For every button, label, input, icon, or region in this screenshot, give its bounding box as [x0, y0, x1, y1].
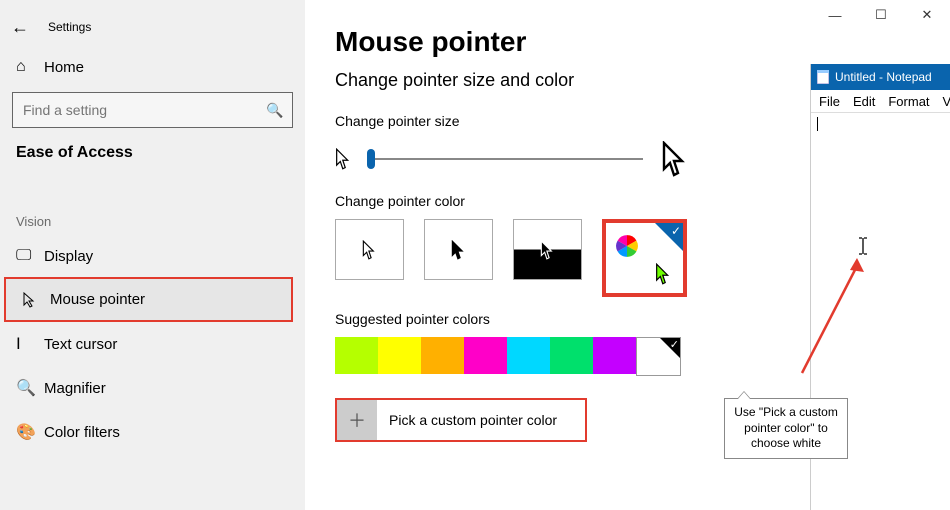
home-icon: ⌂	[16, 58, 44, 76]
ibeam-cursor-icon	[857, 237, 869, 255]
maximize-button[interactable]: ☐	[858, 0, 904, 30]
suggested-color-swatch[interactable]	[593, 337, 636, 374]
search-input[interactable]	[13, 102, 258, 118]
notepad-menu-item[interactable]: Vi	[943, 94, 950, 109]
sidebar-item-label: Text cursor	[44, 336, 117, 353]
cursor-large-icon	[661, 141, 701, 177]
window-controls: — ☐ ✕	[812, 0, 950, 30]
suggested-color-swatch[interactable]	[507, 337, 550, 374]
section-heading: Ease of Access	[0, 142, 305, 174]
page-title: Mouse pointer	[335, 26, 940, 58]
pointer-size-slider[interactable]	[367, 158, 643, 160]
close-button[interactable]: ✕	[904, 0, 950, 30]
callout-text: Use "Pick a custom pointer color" to cho…	[734, 405, 838, 450]
minimize-button[interactable]: —	[812, 0, 858, 30]
sidebar-item-label: Magnifier	[44, 380, 106, 397]
notepad-titlebar[interactable]: Untitled - Notepad	[811, 64, 950, 90]
notepad-menu-item[interactable]: Format	[888, 94, 929, 109]
suggested-color-swatch[interactable]	[421, 337, 464, 374]
suggested-color-swatch[interactable]	[464, 337, 507, 374]
selected-check-icon	[655, 223, 683, 251]
back-button[interactable]: ←	[0, 10, 40, 44]
magnifier-icon: 🔍	[16, 378, 44, 398]
notepad-title-text: Untitled - Notepad	[835, 70, 932, 84]
pointer-icon	[22, 292, 50, 308]
suggested-color-swatch[interactable]	[550, 337, 593, 374]
suggested-color-swatch[interactable]	[378, 337, 421, 374]
sidebar: ← Settings ⌂ Home 🔍 Ease of Access Visio…	[0, 0, 305, 510]
pointer-color-black[interactable]	[424, 219, 493, 280]
pointer-color-custom[interactable]	[602, 219, 687, 297]
app-title: Settings	[40, 20, 91, 34]
cursor-green-icon	[655, 263, 673, 285]
notepad-menubar[interactable]: File Edit Format Vi	[811, 90, 950, 113]
pick-custom-label: Pick a custom pointer color	[377, 412, 557, 428]
pointer-color-inverted[interactable]	[513, 219, 582, 280]
palette-icon: 🎨	[16, 422, 44, 442]
plus-icon: ＋	[337, 400, 377, 440]
sidebar-item-text-cursor[interactable]: Ⅰ Text cursor	[0, 322, 305, 366]
sidebar-item-color-filters[interactable]: 🎨 Color filters	[0, 410, 305, 454]
suggested-color-swatch[interactable]	[335, 337, 378, 374]
sidebar-item-display[interactable]: 🖵 Display	[0, 235, 305, 277]
sidebar-item-label: Display	[44, 248, 93, 265]
notepad-menu-item[interactable]: Edit	[853, 94, 875, 109]
group-label-vision: Vision	[0, 214, 305, 235]
notepad-menu-item[interactable]: File	[819, 94, 840, 109]
home-label: Home	[44, 59, 84, 76]
annotation-callout: Use "Pick a custom pointer color" to cho…	[724, 398, 848, 459]
pointer-color-white[interactable]	[335, 219, 404, 280]
notepad-icon	[817, 70, 829, 84]
home-nav[interactable]: ⌂ Home	[0, 44, 305, 84]
search-input-wrap[interactable]: 🔍	[12, 92, 293, 128]
display-icon: 🖵	[16, 247, 44, 265]
sidebar-item-magnifier[interactable]: 🔍 Magnifier	[0, 366, 305, 410]
search-icon: 🔍	[258, 102, 292, 119]
slider-thumb[interactable]	[367, 149, 375, 169]
pick-custom-color-button[interactable]: ＋ Pick a custom pointer color	[335, 398, 587, 442]
cursor-small-icon	[335, 148, 361, 170]
suggested-color-swatch[interactable]	[636, 337, 681, 376]
text-cursor-icon: Ⅰ	[16, 334, 44, 354]
sidebar-item-label: Mouse pointer	[50, 291, 145, 308]
color-wheel-icon	[614, 233, 640, 259]
annotation-arrow	[792, 258, 872, 378]
selected-check-icon	[660, 338, 680, 358]
text-caret	[817, 117, 818, 131]
sidebar-item-mouse-pointer[interactable]: Mouse pointer	[6, 279, 291, 320]
sidebar-item-label: Color filters	[44, 424, 120, 441]
